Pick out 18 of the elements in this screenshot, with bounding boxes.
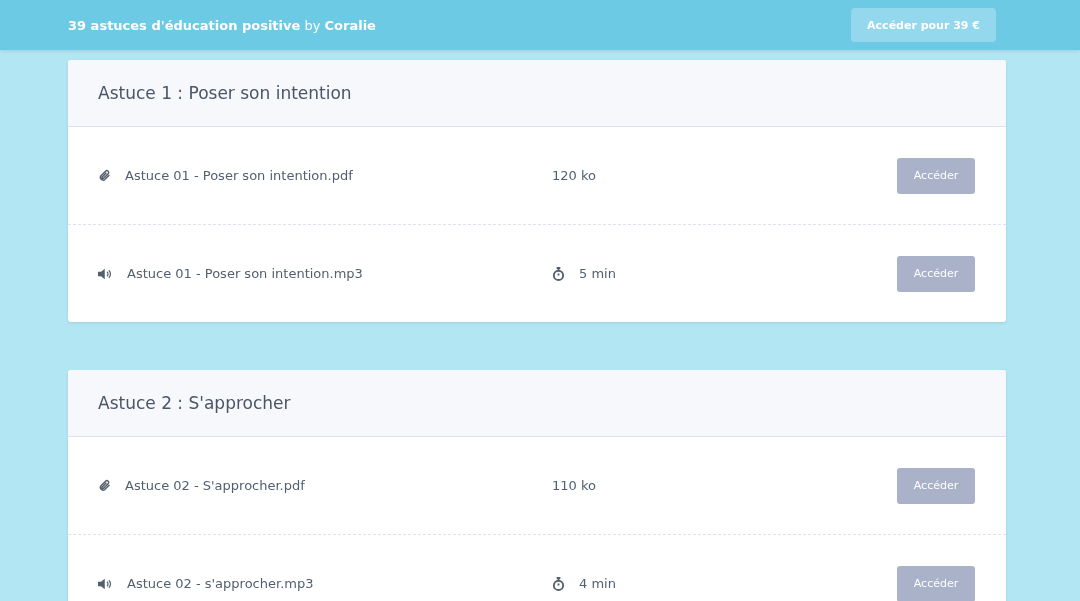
file-name: Astuce 01 - Poser son intention.mp3	[127, 266, 363, 281]
speaker-icon	[98, 267, 113, 280]
stopwatch-icon	[552, 576, 565, 591]
file-size: 110 ko	[552, 478, 596, 493]
speaker-icon	[98, 577, 113, 590]
duration: 4 min	[579, 576, 616, 591]
section-title: Astuce 2 : S'approcher	[98, 393, 291, 413]
file-name: Astuce 02 - S'approcher.pdf	[125, 478, 305, 493]
section-title: Astuce 1 : Poser son intention	[98, 83, 352, 103]
file-name: Astuce 02 - s'approcher.mp3	[127, 576, 314, 591]
file-size: 120 ko	[552, 168, 596, 183]
duration: 5 min	[579, 266, 616, 281]
paperclip-icon	[98, 479, 111, 492]
paperclip-icon	[98, 169, 111, 182]
course-title: 39 astuces d'éducation positive by Coralie	[68, 17, 376, 33]
buy-button[interactable]: Accéder pour 39 €	[851, 8, 996, 42]
stopwatch-icon	[552, 266, 565, 281]
file-name: Astuce 01 - Poser son intention.pdf	[125, 168, 353, 183]
